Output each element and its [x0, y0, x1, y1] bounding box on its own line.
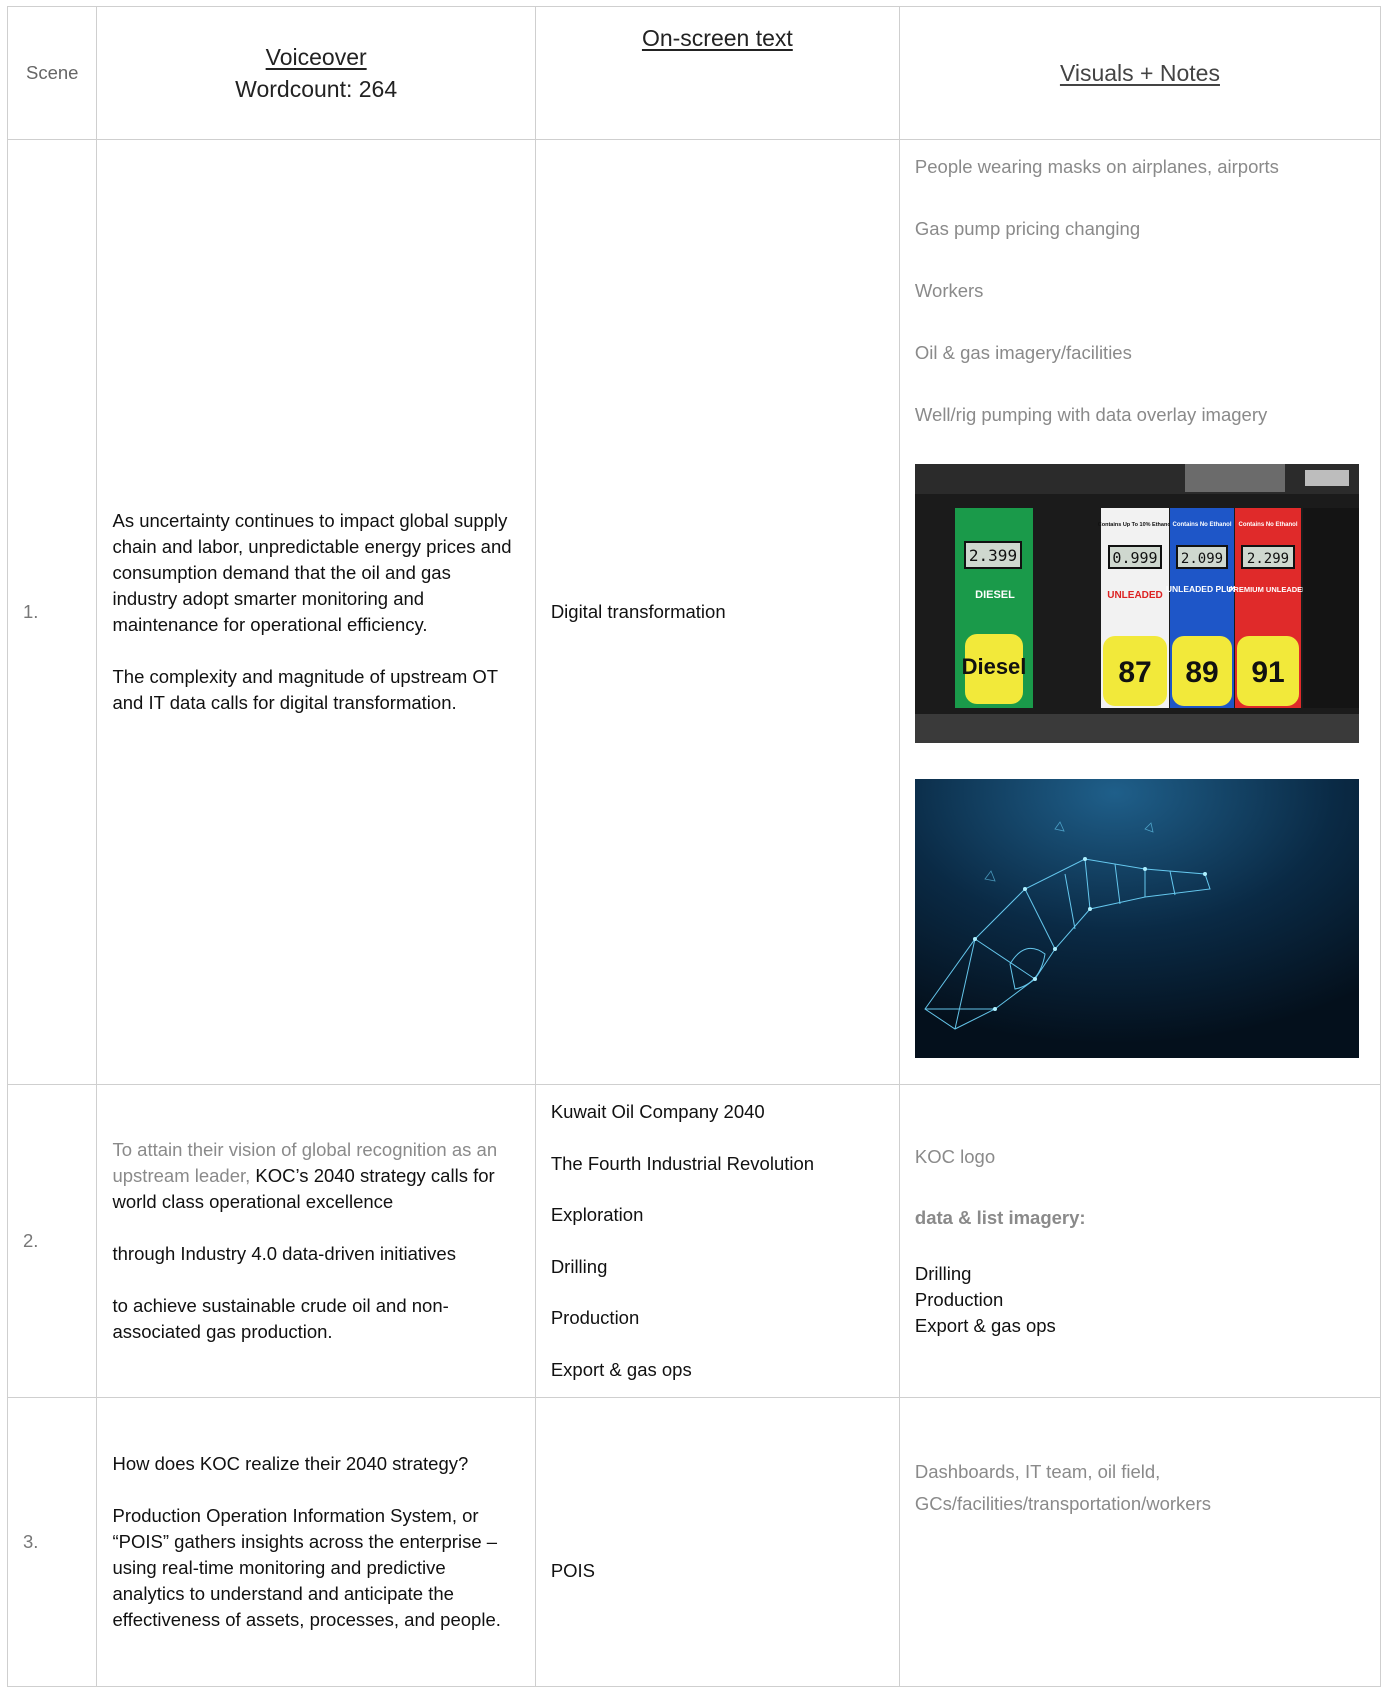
header-row: Scene Voiceover Wordcount: 264 On-screen…: [6, 6, 1382, 140]
pump-label: PREMIUM UNLEADED: [1228, 585, 1308, 594]
visual-note: People wearing masks on airplanes, airpo…: [914, 156, 1279, 177]
pump-label: UNLEADED: [1107, 590, 1163, 601]
visuals-cell: Dashboards, IT team, oil field, GCs/faci…: [898, 1397, 1382, 1687]
visuals-cell: People wearing masks on airplanes, airpo…: [898, 139, 1382, 1085]
scene-number: 2.: [6, 1084, 98, 1398]
pump-top-label: Contains No Ethanol: [1238, 522, 1297, 528]
pump-grade: 89: [1185, 656, 1218, 689]
visual-list-item: Production: [914, 1288, 1004, 1310]
scene-row-1: 1. As uncertainty continues to impact gl…: [6, 139, 1382, 1085]
visual-note: Gas pump pricing changing: [914, 218, 1141, 239]
onscreen-text: Production: [550, 1307, 640, 1329]
onscreen-text: Kuwait Oil Company 2040: [550, 1101, 765, 1123]
voiceover-text: To attain their vision of global recogni…: [112, 1137, 519, 1215]
onscreen-text: Export & gas ops: [550, 1358, 692, 1380]
visual-note: Dashboards, IT team, oil field,: [914, 1461, 1161, 1482]
header-onscreen-cell: On-screen text: [534, 6, 900, 140]
visual-note: Oil & gas imagery/facilities: [914, 342, 1132, 363]
voiceover-text: How does KOC realize their 2040 strategy…: [112, 1453, 469, 1474]
header-onscreen: On-screen text: [641, 25, 793, 51]
header-voiceover: Voiceover: [265, 44, 367, 70]
visuals-cell: KOC logo data & list imagery: Drilling P…: [898, 1084, 1382, 1398]
voiceover-text: As uncertainty continues to impact globa…: [112, 510, 512, 635]
pump-grade: Diesel: [961, 654, 1026, 679]
pump-price: 2.399: [969, 546, 1017, 565]
scene-number: 3.: [6, 1397, 98, 1687]
visual-note: Well/rig pumping with data overlay image…: [914, 404, 1268, 425]
pump-price: 2.099: [1181, 551, 1223, 567]
scene-row-2: 2. To attain their vision of global reco…: [6, 1084, 1382, 1398]
voiceover-cell: To attain their vision of global recogni…: [96, 1084, 536, 1398]
pump-top-label: Contains No Ethanol: [1172, 522, 1231, 528]
visual-note: data & list imagery:: [914, 1206, 1086, 1228]
header-visuals-cell: Visuals + Notes: [898, 6, 1382, 140]
pump-price: 0.999: [1112, 549, 1157, 567]
visual-list-item: Export & gas ops: [914, 1314, 1056, 1336]
gas-pump-photo: 2.399 DIESEL Diesel Contains Up To 10% E…: [914, 464, 1359, 743]
onscreen-text: The Fourth Industrial Revolution: [550, 1152, 815, 1174]
onscreen-text: POIS: [550, 1560, 596, 1581]
voiceover-text: The complexity and magnitude of upstream…: [112, 666, 498, 713]
header-wordcount: Wordcount: 264: [235, 76, 398, 102]
pump-grade: 87: [1118, 656, 1151, 689]
visual-note: Workers: [914, 280, 984, 301]
header-visuals: Visuals + Notes: [1059, 60, 1220, 86]
pump-top-label: Contains Up To 10% Ethanol: [1098, 522, 1173, 528]
visual-note: KOC logo: [914, 1145, 996, 1167]
voiceover-text: through Industry 4.0 data-driven initiat…: [112, 1243, 456, 1264]
scene-row-3: 3. How does KOC realize their 2040 strat…: [6, 1397, 1382, 1687]
pump-grade: 91: [1251, 656, 1284, 689]
voiceover-text: to achieve sustainable crude oil and non…: [112, 1295, 449, 1342]
digital-fuel-nozzle-image: [914, 779, 1359, 1058]
visual-note: GCs/facilities/transportation/workers: [914, 1493, 1212, 1514]
onscreen-text: Exploration: [550, 1204, 644, 1226]
onscreen-cell: POIS: [534, 1397, 900, 1687]
header-scene: Scene: [6, 6, 98, 140]
pump-label: DIESEL: [975, 589, 1015, 601]
script-table: Scene Voiceover Wordcount: 264 On-screen…: [6, 6, 1382, 1687]
voiceover-cell: How does KOC realize their 2040 strategy…: [96, 1397, 536, 1687]
visual-list-item: Drilling: [914, 1262, 972, 1284]
onscreen-cell: Digital transformation: [534, 139, 900, 1085]
pump-price: 2.299: [1247, 551, 1289, 567]
voiceover-text: Production Operation Information System,…: [112, 1505, 501, 1630]
onscreen-text: Digital transformation: [550, 601, 726, 622]
voiceover-cell: As uncertainty continues to impact globa…: [96, 139, 536, 1085]
header-voiceover-cell: Voiceover Wordcount: 264: [96, 6, 536, 140]
onscreen-cell: Kuwait Oil Company 2040 The Fourth Indus…: [534, 1084, 900, 1398]
onscreen-text: Drilling: [550, 1255, 608, 1277]
scene-number: 1.: [6, 139, 98, 1085]
